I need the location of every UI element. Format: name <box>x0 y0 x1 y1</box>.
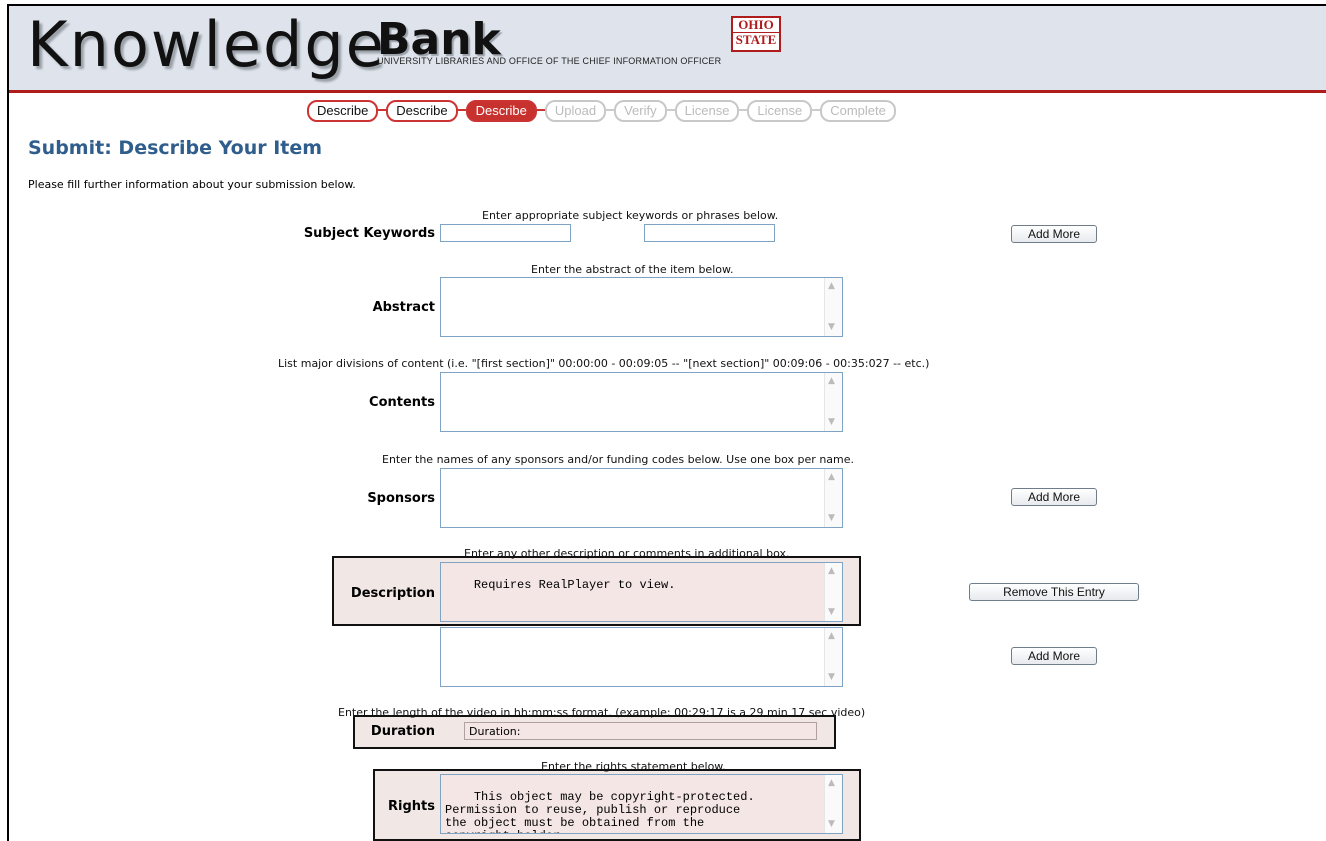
scroll-down-arrow-icon[interactable]: ▼ <box>828 606 835 619</box>
subject-keyword-input-1[interactable] <box>440 224 571 242</box>
description-textarea-additional[interactable]: ▲ ▼ <box>440 627 843 687</box>
description-value: Requires RealPlayer to view. <box>473 578 676 592</box>
page-frame: Knowledge Bank UNIVERSITY LIBRARIES AND … <box>7 4 1326 841</box>
description-label: Description <box>350 586 435 601</box>
scroll-down-arrow-icon[interactable]: ▼ <box>828 416 835 429</box>
progress-step-describe-2[interactable]: Describe <box>386 100 466 122</box>
description-scrollbar[interactable]: ▲ ▼ <box>824 563 842 621</box>
subject-add-more-button[interactable]: Add More <box>1011 225 1097 243</box>
progress-step-describe-1[interactable]: Describe <box>307 100 387 122</box>
sponsors-hint: Enter the names of any sponsors and/or f… <box>382 453 855 466</box>
contents-scrollbar[interactable]: ▲ ▼ <box>824 373 842 431</box>
subject-keyword-input-2[interactable] <box>644 224 775 242</box>
abstract-label: Abstract <box>372 300 435 315</box>
sponsors-add-more-button[interactable]: Add More <box>1011 488 1097 506</box>
page-title: Submit: Describe Your Item <box>28 137 323 159</box>
scroll-up-arrow-icon[interactable]: ▲ <box>828 280 835 293</box>
description-add-more-button[interactable]: Add More <box>1011 647 1097 665</box>
scroll-up-arrow-icon[interactable]: ▲ <box>828 471 835 484</box>
scroll-up-arrow-icon[interactable]: ▲ <box>828 565 835 578</box>
progress-step-verify: Verify <box>614 100 675 122</box>
sponsors-scrollbar[interactable]: ▲ ▼ <box>824 469 842 527</box>
progress-step-describe-3-current[interactable]: Describe <box>465 100 546 122</box>
abstract-scrollbar[interactable]: ▲ ▼ <box>824 278 842 336</box>
ohio-state-logo[interactable]: OHIO STATE <box>731 16 781 52</box>
progress-step-upload: Upload <box>544 100 615 122</box>
progress-step-complete: Complete <box>820 100 896 122</box>
scroll-down-arrow-icon[interactable]: ▼ <box>828 671 835 684</box>
sponsors-textarea[interactable]: ▲ ▼ <box>440 468 843 528</box>
description-remove-entry-button[interactable]: Remove This Entry <box>969 583 1139 601</box>
rights-value: This object may be copyright-protected. … <box>445 790 755 834</box>
seal-line-state: STATE <box>735 32 777 47</box>
logo-subtitle: UNIVERSITY LIBRARIES AND OFFICE OF THE C… <box>377 56 722 66</box>
page-intro-text: Please fill further information about yo… <box>28 178 356 191</box>
duration-input[interactable] <box>464 722 817 740</box>
scroll-down-arrow-icon[interactable]: ▼ <box>828 321 835 334</box>
seal-line-ohio: OHIO <box>733 18 779 33</box>
scroll-up-arrow-icon[interactable]: ▲ <box>828 630 835 643</box>
description-additional-scrollbar[interactable]: ▲ ▼ <box>824 628 842 686</box>
rights-textarea[interactable]: This object may be copyright-protected. … <box>440 774 843 834</box>
contents-hint: List major divisions of content (i.e. "[… <box>278 357 930 370</box>
subject-keywords-label: Subject Keywords <box>303 226 435 241</box>
progress-step-license-1: License <box>674 100 748 122</box>
scroll-down-arrow-icon[interactable]: ▼ <box>828 512 835 525</box>
scroll-up-arrow-icon[interactable]: ▲ <box>828 375 835 388</box>
description-textarea[interactable]: Requires RealPlayer to view. ▲ ▼ <box>440 562 843 622</box>
logo-knowledge-text[interactable]: Knowledge <box>27 8 386 81</box>
progress-step-license-2: License <box>747 100 821 122</box>
sponsors-label: Sponsors <box>367 491 435 506</box>
subject-hint: Enter appropriate subject keywords or ph… <box>482 209 779 222</box>
site-header: Knowledge Bank UNIVERSITY LIBRARIES AND … <box>9 6 1326 93</box>
scroll-down-arrow-icon[interactable]: ▼ <box>828 818 835 831</box>
scroll-up-arrow-icon[interactable]: ▲ <box>828 777 835 790</box>
rights-scrollbar[interactable]: ▲ ▼ <box>824 775 842 833</box>
duration-label: Duration <box>370 724 435 739</box>
abstract-hint: Enter the abstract of the item below. <box>531 263 734 276</box>
submission-progress-bar: Describe Describe Describe Upload Verify… <box>307 100 904 122</box>
abstract-textarea[interactable]: ▲ ▼ <box>440 277 843 337</box>
rights-label: Rights <box>388 799 435 814</box>
contents-textarea[interactable]: ▲ ▼ <box>440 372 843 432</box>
contents-label: Contents <box>369 395 435 410</box>
